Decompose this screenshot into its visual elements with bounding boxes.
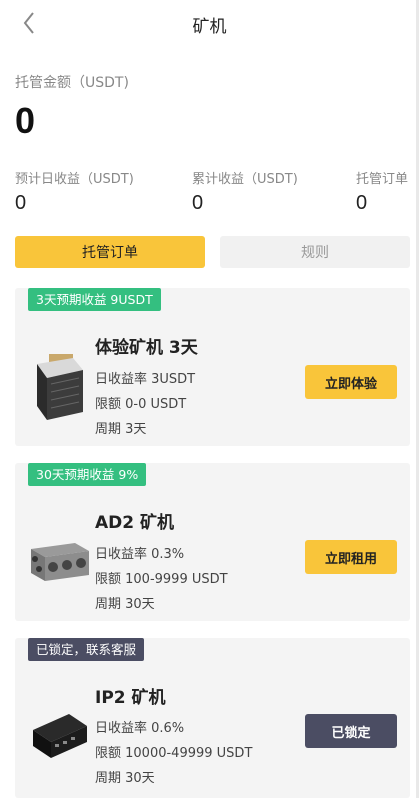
orders-stat: 托管订单 0 xyxy=(356,168,408,215)
total-income-value: 0 xyxy=(192,192,204,214)
total-income-label: 累计收益（USDT) xyxy=(192,172,298,187)
limit: 限额 0-0 USDT xyxy=(95,397,187,412)
rent-now-button[interactable]: 立即租用 xyxy=(305,540,397,574)
header: 矿机 xyxy=(0,0,419,48)
orders-value: 0 xyxy=(356,192,368,214)
tab-hosted-orders[interactable]: 托管订单 xyxy=(15,236,205,268)
page-title: 矿机 xyxy=(192,17,227,37)
daily-rate: 日收益率 0.6% xyxy=(95,721,185,736)
daily-rate: 日收益率 3USDT xyxy=(95,372,196,387)
expected-income-badge: 30天预期收益 9% xyxy=(28,463,147,486)
limit: 限额 100-9999 USDT xyxy=(95,572,228,587)
period: 周期 30天 xyxy=(95,597,155,612)
tab-rules[interactable]: 规则 xyxy=(220,236,410,268)
miner-image xyxy=(29,521,91,601)
locked-badge: 已锁定，联系客服 xyxy=(28,638,145,661)
daily-income-label: 预计日收益（USDT) xyxy=(15,172,134,187)
period: 周期 3天 xyxy=(95,422,147,437)
orders-label: 托管订单 xyxy=(356,172,409,187)
locked-button[interactable]: 已锁定 xyxy=(305,714,397,748)
miner-name: IP2 矿机 xyxy=(95,688,166,708)
daily-rate: 日收益率 0.3% xyxy=(95,547,185,562)
miner-card-trial: 3天预期收益 9USDT 体验矿机 3天 日收益率 3USDT 限额 0-0 U… xyxy=(15,288,410,446)
expected-income-badge: 3天预期收益 9USDT xyxy=(28,288,161,311)
miner-name: AD2 矿机 xyxy=(95,513,175,533)
hosted-amount-value: 0 xyxy=(15,100,36,141)
try-now-button[interactable]: 立即体验 xyxy=(305,365,397,399)
limit: 限额 10000-49999 USDT xyxy=(95,746,253,761)
miner-name: 体验矿机 3天 xyxy=(95,338,198,358)
miner-image xyxy=(29,696,91,776)
total-income-stat: 累计收益（USDT) 0 xyxy=(192,168,298,215)
daily-income-value: 0 xyxy=(15,192,27,214)
period: 周期 30天 xyxy=(95,771,155,786)
miner-card-ip2: 已锁定，联系客服 IP2 矿机 日收益率 0.6% 限额 10000-49999… xyxy=(15,638,410,798)
miner-image xyxy=(29,346,91,426)
miner-card-ad2: 30天预期收益 9% AD2 矿机 日收益率 0.3% 限额 100-9999 … xyxy=(15,463,410,621)
hosted-amount-label: 托管金额（USDT) xyxy=(15,75,129,91)
daily-income-stat: 预计日收益（USDT) 0 xyxy=(15,168,134,215)
